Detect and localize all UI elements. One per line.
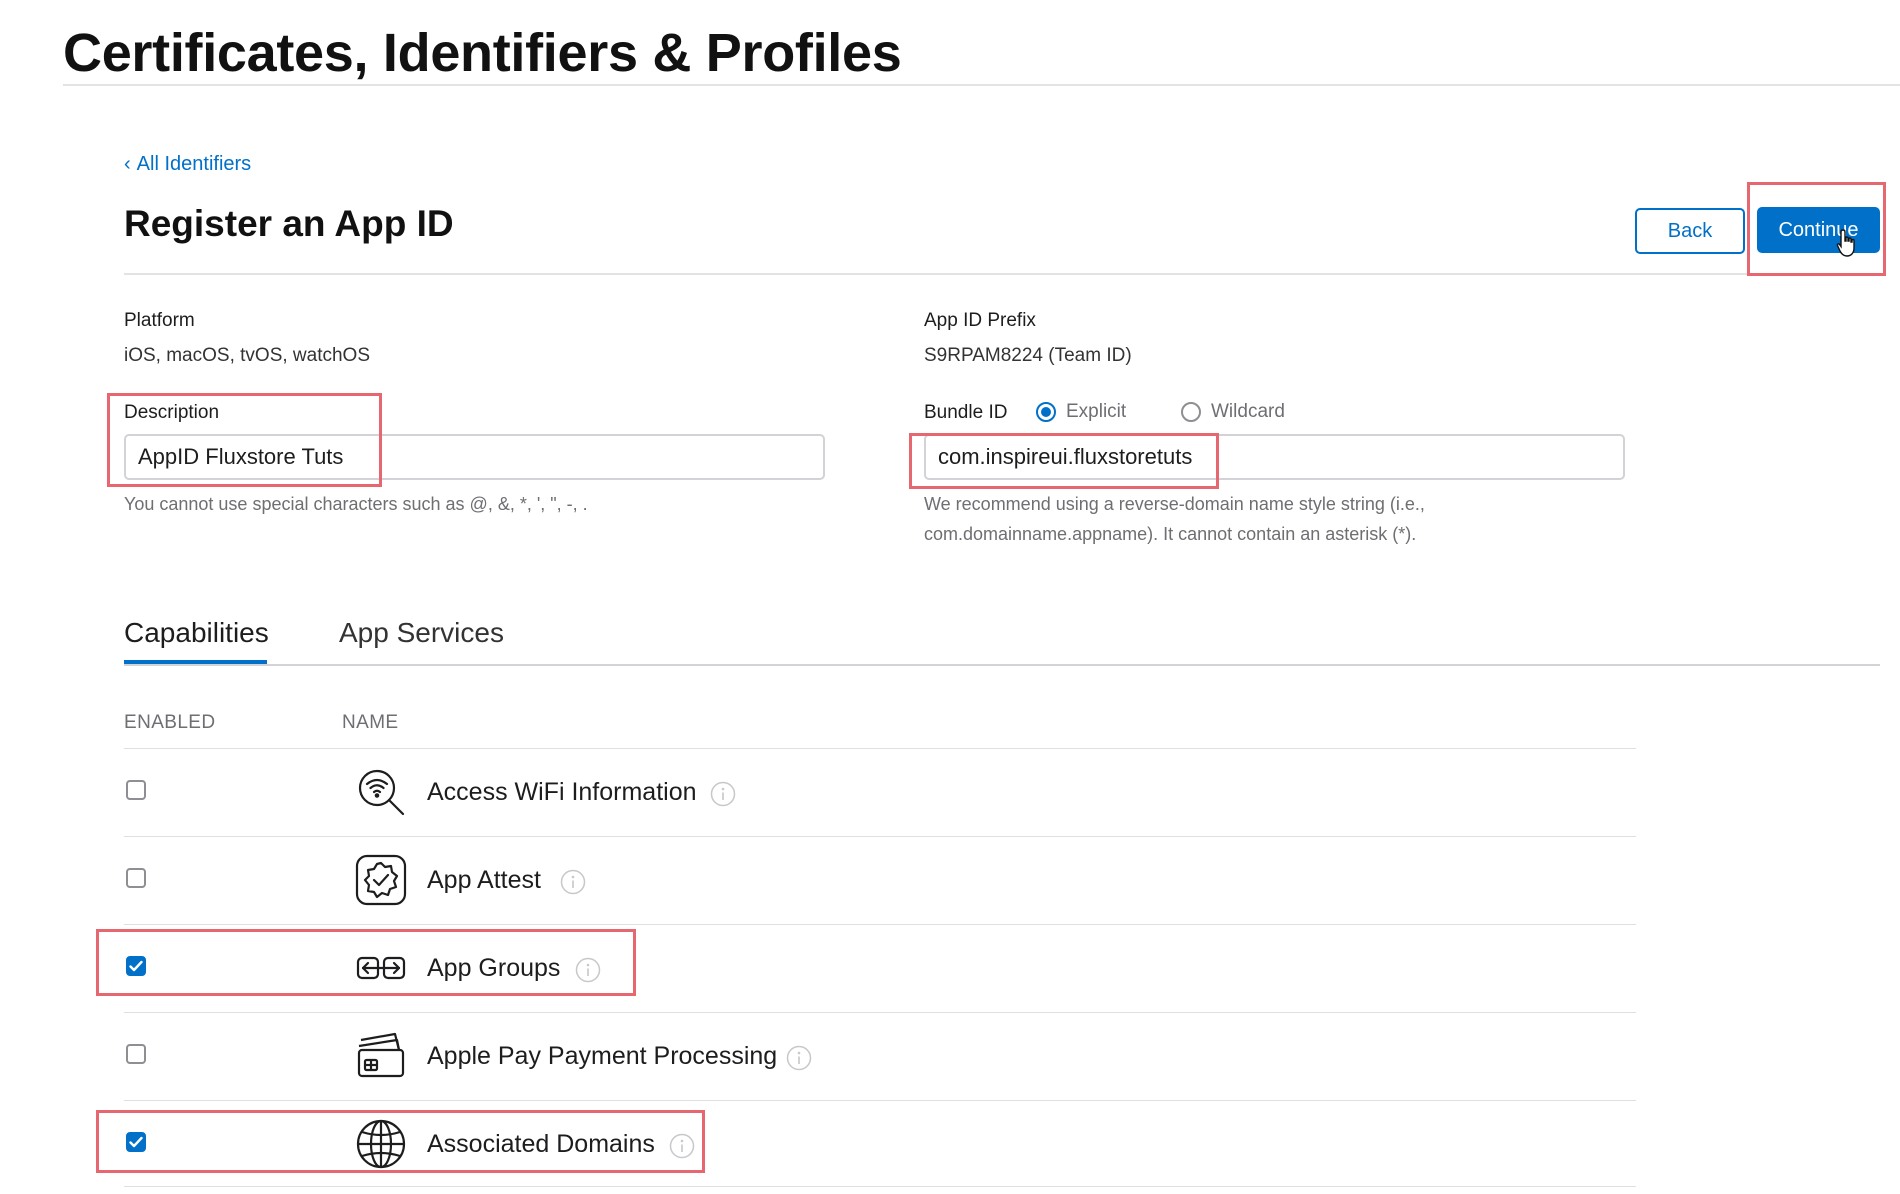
- radio-selected-icon: [1036, 402, 1056, 422]
- enabled-checkbox-apple-pay[interactable]: [126, 1044, 146, 1064]
- description-hint: You cannot use special characters such a…: [124, 494, 588, 514]
- enabled-checkbox-app-attest[interactable]: [126, 868, 146, 888]
- explicit-radio-label: Explicit: [1066, 401, 1127, 422]
- app-id-prefix-label: App ID Prefix: [924, 310, 1036, 331]
- capability-name: Associated Domains: [427, 1130, 655, 1158]
- enabled-checkbox-app-groups[interactable]: [126, 956, 146, 976]
- app-id-prefix-value: S9RPAM8224 (Team ID): [924, 345, 1132, 366]
- capability-name: Apple Pay Payment Processing: [427, 1042, 778, 1070]
- description-input[interactable]: [124, 434, 825, 480]
- row-divider: [124, 748, 1636, 749]
- row-divider: [124, 924, 1636, 925]
- description-label: Description: [124, 402, 220, 423]
- enabled-checkbox-associated-domains[interactable]: [126, 1132, 146, 1152]
- header-divider: [63, 84, 1900, 86]
- tab-capabilities[interactable]: Capabilities: [124, 617, 269, 649]
- enabled-checkbox-access-wifi[interactable]: [126, 780, 146, 800]
- bundle-id-hint-line-2: com.domainname.appname). It cannot conta…: [924, 524, 1417, 544]
- info-icon[interactable]: [560, 869, 586, 895]
- hand-cursor-icon: [1836, 229, 1855, 257]
- platform-label: Platform: [124, 310, 195, 331]
- globe-icon: [356, 1119, 406, 1169]
- info-icon[interactable]: [575, 957, 601, 983]
- bundle-id-hint-line-1: We recommend using a reverse-domain name…: [924, 494, 1425, 514]
- capability-name: App Groups: [427, 954, 561, 982]
- verified-badge-icon: [355, 854, 407, 906]
- back-button[interactable]: Back: [1635, 208, 1745, 254]
- info-icon[interactable]: [710, 781, 736, 807]
- all-identifiers-label: All Identifiers: [136, 153, 252, 175]
- all-identifiers-link[interactable]: ‹ All Identifiers: [124, 153, 251, 176]
- payment-cards-icon: [357, 1032, 405, 1078]
- checkmark-icon: [129, 1136, 143, 1148]
- capability-name: App Attest: [427, 866, 541, 894]
- row-divider: [124, 1186, 1636, 1187]
- register-title: Register an App ID: [124, 203, 454, 244]
- wildcard-radio[interactable]: Wildcard: [1181, 401, 1285, 423]
- platform-value: iOS, macOS, tvOS, watchOS: [124, 345, 371, 366]
- row-divider: [124, 1100, 1636, 1101]
- app-groups-icon: [356, 956, 406, 980]
- wifi-search-icon: [358, 769, 405, 816]
- bundle-id-label: Bundle ID: [924, 402, 1008, 423]
- chevron-left-icon: ‹: [124, 153, 131, 175]
- row-divider: [124, 836, 1636, 837]
- section-divider: [124, 273, 1880, 275]
- explicit-radio[interactable]: Explicit: [1036, 401, 1126, 423]
- continue-button[interactable]: Continue: [1757, 207, 1880, 253]
- row-divider: [124, 1012, 1636, 1013]
- column-header-name: NAME: [342, 712, 399, 733]
- active-tab-indicator: [124, 660, 267, 664]
- info-icon[interactable]: [669, 1133, 695, 1159]
- capability-name: Access WiFi Information: [427, 778, 697, 806]
- radio-unselected-icon: [1181, 402, 1201, 422]
- bundle-id-input[interactable]: [924, 434, 1625, 480]
- column-header-enabled: ENABLED: [124, 712, 216, 733]
- info-icon[interactable]: [786, 1045, 812, 1071]
- checkmark-icon: [129, 960, 143, 972]
- page-title: Certificates, Identifiers & Profiles: [63, 23, 902, 83]
- wildcard-radio-label: Wildcard: [1211, 401, 1285, 422]
- tab-app-services[interactable]: App Services: [339, 617, 504, 649]
- tabs-divider: [124, 664, 1880, 666]
